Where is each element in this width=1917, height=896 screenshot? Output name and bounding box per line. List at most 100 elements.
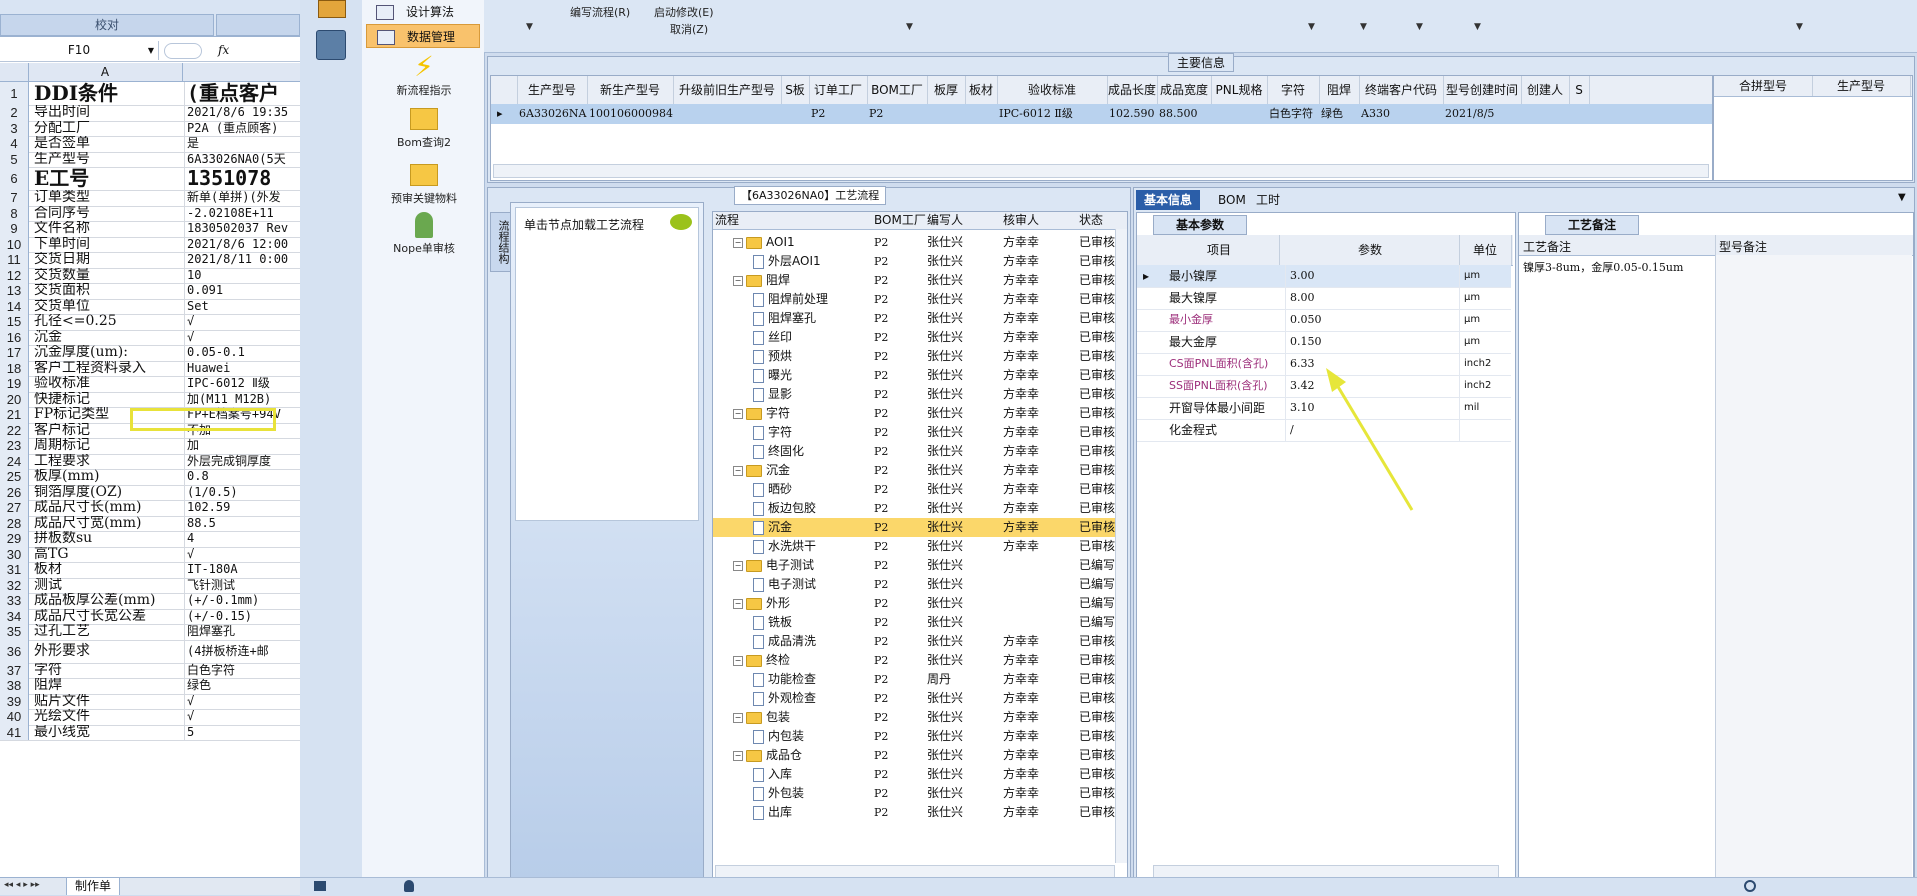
main-col-header[interactable]: 成品长度 bbox=[1107, 76, 1158, 104]
cell-b[interactable]: 绿色 bbox=[184, 678, 300, 694]
main-col-header[interactable]: S bbox=[1569, 76, 1590, 104]
row-number[interactable]: 11 bbox=[0, 252, 29, 268]
chevron-down-icon[interactable]: ▼ bbox=[526, 22, 533, 32]
row-number[interactable]: 40 bbox=[0, 709, 29, 725]
chevron-down-icon[interactable]: ▼ bbox=[1898, 192, 1906, 203]
main-cell[interactable] bbox=[1523, 104, 1569, 124]
main-col-header[interactable]: 终端客户代码 bbox=[1359, 76, 1444, 104]
excel-row[interactable]: 17 沉金厚度(um): 0.05-0.1 bbox=[0, 345, 300, 362]
excel-row[interactable]: 29 拼板数su 4 bbox=[0, 531, 300, 548]
main-col-header[interactable]: S板 bbox=[781, 76, 810, 104]
param-col-header[interactable]: 项目 bbox=[1159, 235, 1280, 265]
row-number[interactable]: 20 bbox=[0, 391, 29, 407]
param-value[interactable]: 0.150 bbox=[1285, 331, 1460, 353]
cell-b[interactable]: 白色字符 bbox=[184, 662, 300, 678]
cell-b[interactable]: (4拼板桥连+邮 bbox=[184, 639, 300, 663]
flow-node[interactable]: 晒砂 bbox=[753, 480, 792, 499]
chevron-down-icon[interactable]: ▼ bbox=[1360, 22, 1367, 32]
cell-a[interactable]: 客户工程资料录入 bbox=[34, 361, 180, 377]
excel-row[interactable]: 38 阻焊 绿色 bbox=[0, 678, 300, 695]
flow-tree-row[interactable]: 预烘 P2 张仕兴 方幸幸 已审核 bbox=[713, 347, 1121, 366]
main-cell[interactable] bbox=[929, 104, 965, 124]
collapse-icon[interactable]: − bbox=[733, 598, 743, 609]
excel-row[interactable]: 27 成品尺寸长(mm) 102.59 bbox=[0, 500, 300, 517]
main-grid-row[interactable]: ▸ 6A33026NA010010600098436 P2P2 IPC-6012 Ⅱ级… bbox=[491, 104, 1712, 124]
cell-b[interactable]: 5 bbox=[184, 724, 300, 740]
main-cell[interactable] bbox=[967, 104, 997, 124]
flow-node[interactable]: 外包装 bbox=[753, 784, 804, 803]
param-row[interactable]: 最大金厚 0.150 μm bbox=[1137, 331, 1511, 354]
cell-b[interactable]: 2021/8/11 0:00 bbox=[184, 252, 300, 268]
detail-tab[interactable]: 基本信息 bbox=[1136, 190, 1201, 210]
cell-a[interactable]: 过孔工艺 bbox=[34, 624, 180, 640]
cell-b[interactable]: P2A (重点顾客) bbox=[184, 120, 300, 136]
cell-a[interactable]: 周期标记 bbox=[34, 438, 180, 454]
row-number[interactable]: 39 bbox=[0, 693, 29, 709]
cell-b[interactable]: IT-180A bbox=[184, 562, 300, 578]
excel-row[interactable]: 5 生产型号 6A33026NA0(5天 bbox=[0, 151, 300, 168]
flow-node[interactable]: 入库 bbox=[753, 765, 792, 784]
flow-tree-row[interactable]: 显影 P2 张仕兴 方幸幸 已审核 bbox=[713, 385, 1121, 404]
cell-a[interactable]: 板材 bbox=[34, 562, 180, 578]
row-selector-icon[interactable]: ▸ bbox=[1143, 265, 1149, 287]
flow-tree-row[interactable]: 丝印 P2 张仕兴 方幸幸 已审核 bbox=[713, 328, 1121, 347]
excel-row[interactable]: 15 孔径<=0.25 √ bbox=[0, 314, 300, 331]
flow-tree-row[interactable]: 终固化 P2 张仕兴 方幸幸 已审核 bbox=[713, 442, 1121, 461]
cell-a[interactable]: 测试 bbox=[34, 578, 180, 594]
process-remark-text[interactable]: 镍厚3-8um，金厚0.05-0.15um bbox=[1523, 259, 1683, 275]
flow-tree-row[interactable]: 水洗烘干 P2 张仕兴 方幸幸 已审核 bbox=[713, 537, 1121, 556]
excel-row[interactable]: 20 快捷标记 加(M11 M12B) bbox=[0, 391, 300, 408]
flow-tree-row[interactable]: 字符 P2 张仕兴 方幸幸 已审核 bbox=[713, 423, 1121, 442]
tool-bom-query[interactable]: Bom查询2 bbox=[370, 108, 478, 150]
excel-row[interactable]: 7 订单类型 新单(单拼)(外发 bbox=[0, 190, 300, 207]
cell-b[interactable]: -2.02108E+11 bbox=[184, 205, 300, 221]
main-cell[interactable] bbox=[1571, 104, 1589, 124]
flow-node[interactable]: 沉金 bbox=[753, 518, 792, 537]
excel-row[interactable]: 16 沉金 √ bbox=[0, 329, 300, 346]
cell-a[interactable]: 分配工厂 bbox=[34, 121, 180, 137]
flow-node[interactable]: 功能检查 bbox=[753, 670, 816, 689]
cancel-modify-button[interactable]: 取消(Z) bbox=[670, 21, 708, 37]
excel-row[interactable]: 28 成品尺寸宽(mm) 88.5 bbox=[0, 515, 300, 532]
excel-row[interactable]: 37 字符 白色字符 bbox=[0, 662, 300, 679]
flow-node[interactable]: 显影 bbox=[753, 385, 792, 404]
cell-a[interactable]: 下单时间 bbox=[34, 237, 180, 253]
fx-icon[interactable]: fx bbox=[218, 43, 229, 57]
row-number[interactable]: 37 bbox=[0, 662, 29, 678]
flow-node[interactable]: 丝印 bbox=[753, 328, 792, 347]
cell-b[interactable]: √ bbox=[184, 329, 300, 345]
flow-node[interactable]: − 包装 bbox=[733, 708, 790, 727]
excel-row[interactable]: 33 成品板厚公差(mm) (+/-0.1mm) bbox=[0, 593, 300, 610]
main-cell[interactable]: A330 bbox=[1361, 104, 1443, 124]
main-grid-hscroll[interactable] bbox=[493, 164, 1709, 178]
select-all-corner[interactable] bbox=[0, 63, 29, 81]
flow-node[interactable]: 字符 bbox=[753, 423, 792, 442]
flow-node[interactable]: 外观检查 bbox=[753, 689, 816, 708]
param-row[interactable]: 最小金厚 0.050 μm bbox=[1137, 309, 1511, 332]
main-cell[interactable]: 白色字符 bbox=[1269, 104, 1319, 124]
excel-row[interactable]: 19 验收标准 IPC-6012 Ⅱ级 bbox=[0, 376, 300, 393]
collapse-icon[interactable]: − bbox=[733, 750, 743, 761]
row-number[interactable]: 14 bbox=[0, 298, 29, 314]
flow-node[interactable]: 板边包胶 bbox=[753, 499, 816, 518]
excel-row[interactable]: 36 外形要求 (4拼板桥连+邮 bbox=[0, 639, 300, 664]
cell-b[interactable]: (+/-0.15) bbox=[184, 608, 300, 624]
row-number[interactable]: 24 bbox=[0, 453, 29, 469]
cell-b[interactable]: 0.05-0.1 bbox=[184, 345, 300, 361]
cell-a[interactable]: 最小线宽 bbox=[34, 725, 180, 741]
flow-tree-row[interactable]: 成品清洗 P2 张仕兴 方幸幸 已审核 bbox=[713, 632, 1121, 651]
main-cell[interactable]: P2 bbox=[811, 104, 867, 124]
flow-tree-row[interactable]: 铣板 P2 张仕兴 已编写 bbox=[713, 613, 1121, 632]
cell-b[interactable]: (+/-0.1mm) bbox=[184, 593, 300, 609]
row-number[interactable]: 2 bbox=[0, 105, 29, 121]
row-number[interactable]: 38 bbox=[0, 678, 29, 694]
cell-b[interactable]: 2021/8/6 12:00 bbox=[184, 236, 300, 252]
flow-tree-row[interactable]: 出库 P2 张仕兴 方幸幸 已审核 bbox=[713, 803, 1121, 822]
flow-tree-row[interactable]: − 终检 P2 张仕兴 方幸幸 已审核 bbox=[713, 651, 1121, 670]
main-cell[interactable]: 10010600098436 bbox=[589, 104, 673, 124]
cell-a[interactable]: 验收标准 bbox=[34, 376, 180, 392]
row-number[interactable]: 29 bbox=[0, 531, 29, 547]
param-value[interactable]: 8.00 bbox=[1285, 287, 1460, 309]
main-cell[interactable] bbox=[1213, 104, 1267, 124]
excel-row[interactable]: 31 板材 IT-180A bbox=[0, 562, 300, 579]
